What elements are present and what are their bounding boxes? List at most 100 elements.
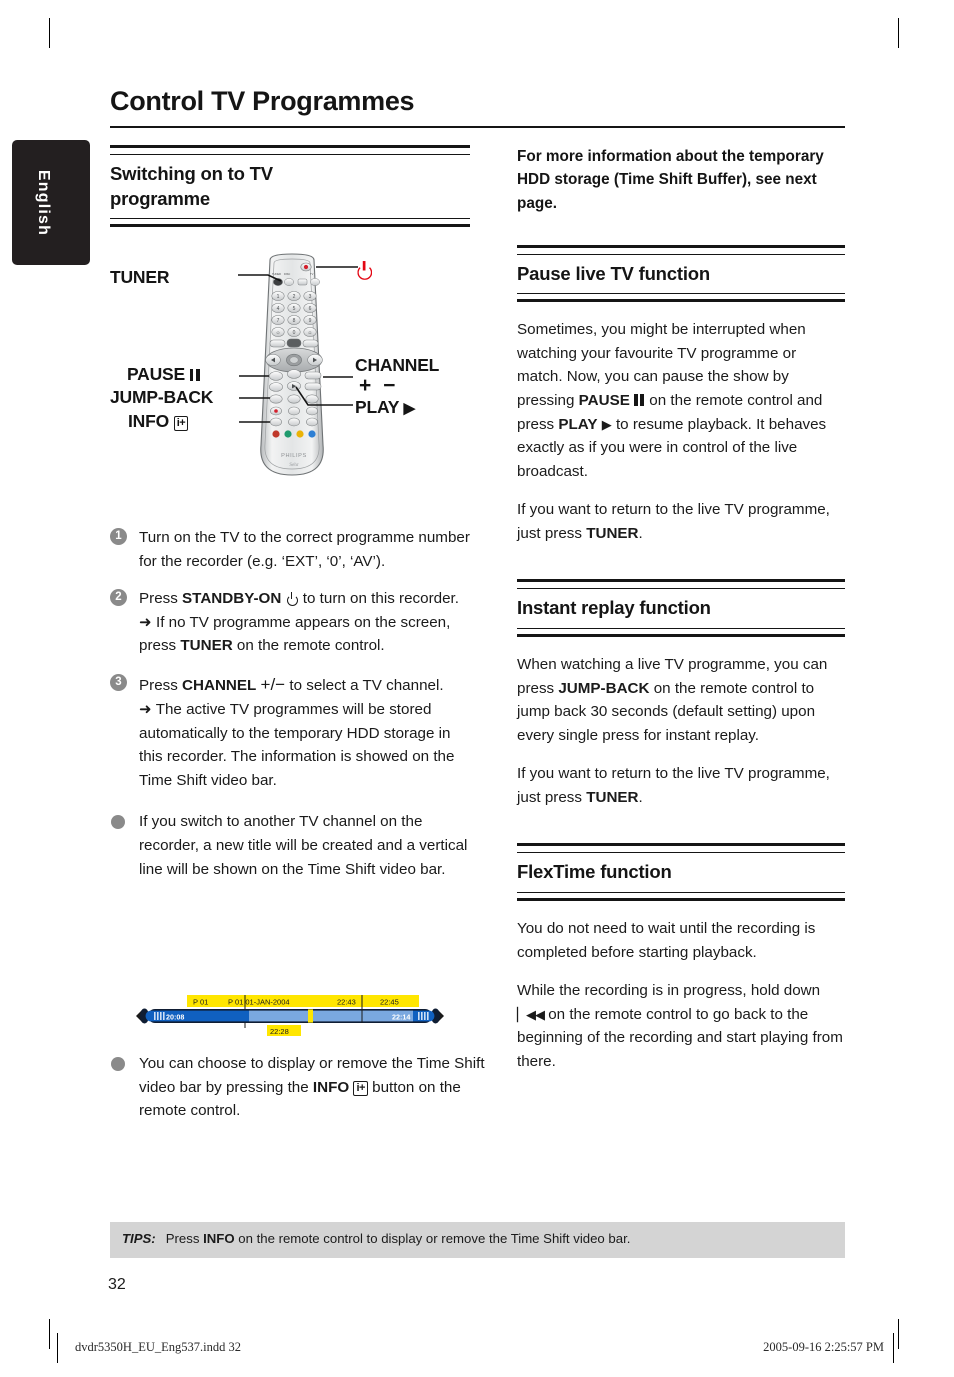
svg-text:TUNER: TUNER	[272, 272, 281, 276]
section-title-flextime: FlexTime function	[517, 861, 672, 883]
crop-mark-top-left	[49, 18, 50, 48]
step-3-mid: to select a TV channel.	[285, 676, 444, 694]
paragraph: While the recording is in progress, hold…	[517, 979, 845, 1073]
timeshift-label-p01b: P 01 01-JAN-2004	[228, 998, 290, 1007]
language-tab: English	[12, 140, 90, 265]
svg-text:3: 3	[309, 294, 312, 300]
info-plus-icon: i+	[353, 1080, 368, 1096]
bullet-2-marker	[111, 1057, 125, 1071]
svg-text:⊡: ⊡	[308, 331, 311, 335]
tips-strip: TIPS: Press INFO on the remote control to…	[110, 1222, 845, 1258]
svg-text:1: 1	[277, 294, 280, 300]
svg-text:2: 2	[293, 294, 296, 300]
navigation-cluster	[265, 347, 323, 373]
left-column: Switching on to TV programme	[110, 145, 470, 228]
text-run-bold-jump-back: JUMP-BACK	[558, 679, 650, 697]
svg-text:8: 8	[293, 318, 296, 324]
section-body-flextime: You do not need to wait until the record…	[517, 917, 845, 1073]
paragraph: If you want to return to the live TV pro…	[517, 762, 845, 809]
callout-pause: PAUSE	[127, 364, 201, 385]
step-2-mid: to turn on this recorder.	[298, 590, 459, 608]
bullet-1-marker	[111, 815, 125, 830]
step-1-number: 1	[110, 528, 127, 545]
section-flextime-header: FlexTime function	[517, 843, 845, 901]
text-run-bold-pause: PAUSE	[578, 392, 630, 410]
time-shift-video-bar-illustration: P 01 P 01 01-JAN-2004 22:43 22:45 22:28 …	[136, 995, 444, 1036]
rule-top	[517, 244, 845, 255]
text-run-bold-play: PLAY	[558, 415, 598, 433]
step-2-lead: Press	[139, 590, 183, 608]
play-icon: ▶	[403, 400, 416, 417]
section-body-instant-replay: When watching a live TV programme, you c…	[517, 653, 845, 809]
paragraph: Sometimes, you might be interrupted when…	[517, 318, 845, 483]
timeshift-segment-buffer-a	[249, 1010, 308, 1022]
crop-mark-bottom-right	[898, 1319, 899, 1349]
section-title-pause-live-tv: Pause live TV function	[517, 262, 710, 284]
paragraph: You do not need to wait until the record…	[517, 917, 845, 964]
step-2-arrow-tail: on the remote control.	[232, 637, 385, 655]
footer-timestamp: 2005-09-16 2:25:57 PM	[763, 1340, 884, 1354]
tips-tail: on the remote control to display or remo…	[234, 1231, 631, 1246]
section-title-instant-replay: Instant replay function	[517, 597, 711, 619]
rule-bottom	[517, 891, 845, 901]
callout-channel-plus-minus: + −	[359, 374, 399, 397]
brand-wordmark: PHILIPS	[281, 453, 307, 459]
page-number: 32	[108, 1276, 126, 1293]
step-2: 2 Press STANDBY-ON to turn on this recor…	[110, 587, 472, 658]
tips-content: TIPS: Press INFO on the remote control to…	[110, 1222, 845, 1246]
bullet-1-text: If you switch to another TV channel on t…	[139, 813, 468, 878]
callout-info: INFO i+	[128, 411, 189, 432]
rule-bottom	[517, 293, 845, 303]
footer-rule-right	[893, 1333, 894, 1363]
step-3-lead: Press	[139, 676, 183, 694]
timeshift-label-end: 22:14	[392, 1012, 410, 1021]
step-2-arrow-bold: TUNER	[180, 637, 233, 655]
timeshift-label-p01a: P 01	[193, 998, 208, 1007]
svg-text:DISC: DISC	[284, 272, 290, 276]
section-title-line1: Switching on to TV	[110, 163, 273, 184]
step-3-arrow-icon: ➜	[139, 701, 152, 719]
brand-sub-wordmark: Sehr	[289, 463, 299, 468]
text-run-bold-tuner: TUNER	[586, 788, 639, 806]
text-run: If you want to return to the live TV pro…	[517, 765, 830, 806]
timeshift-segment-live	[413, 1010, 435, 1022]
timeshift-label-marker: 22:28	[270, 1027, 289, 1036]
pause-icon	[189, 369, 201, 381]
bullet-1: If you switch to another TV channel on t…	[110, 810, 472, 881]
power-icon	[286, 592, 299, 607]
callout-tuner: TUNER	[110, 267, 170, 287]
info-icon: i+	[173, 416, 189, 431]
callout-standby-icon	[357, 261, 376, 284]
text-run-bold-tuner: TUNER	[586, 524, 639, 542]
svg-text:9: 9	[309, 318, 312, 324]
crop-mark-top-right	[898, 18, 899, 48]
callout-pause-label: PAUSE	[127, 364, 185, 384]
rule-bottom	[517, 628, 845, 637]
tips-label: TIPS:	[122, 1231, 156, 1246]
standby-key	[300, 262, 312, 272]
timeshift-label-time-mid2: 22:45	[380, 998, 399, 1007]
timeshift-label-time-mid1: 22:43	[337, 998, 356, 1007]
footer-filename: dvdr5350H_EU_Eng537.indd 32	[75, 1340, 241, 1354]
section-instant-replay-header: Instant replay function	[517, 579, 845, 637]
text-run: .	[638, 788, 643, 806]
step-2-arrow-icon: ➜	[139, 613, 152, 631]
step-3-bold-channel: CHANNEL	[182, 676, 257, 694]
bullet-2-bold-info: INFO	[312, 1078, 350, 1096]
steps-list: 1 Turn on the TV to the correct programm…	[110, 526, 472, 895]
tips-bold-info: INFO	[203, 1231, 235, 1246]
remote-control-figure: TUNER DISC TV 123 456 789 ⏻ 0 ⊡ PHILIPS …	[110, 250, 470, 500]
svg-text:7: 7	[277, 318, 280, 324]
rule-top	[517, 579, 845, 590]
section-body-pause-live-tv: Sometimes, you might be interrupted when…	[517, 318, 845, 545]
svg-text:0: 0	[293, 330, 296, 336]
callout-info-label: INFO	[128, 411, 170, 431]
pause-icon	[634, 394, 645, 407]
page-title: Control TV Programmes	[110, 86, 415, 116]
right-column-intro: For more information about the temporary…	[517, 148, 824, 212]
callout-play: PLAY ▶	[355, 397, 415, 418]
section-title-line2: programme	[110, 187, 210, 209]
paragraph: If you want to return to the live TV pro…	[517, 498, 845, 545]
section-title-switching-on: Switching on to TV programme	[110, 155, 470, 216]
text-run: You do not need to wait until the record…	[517, 919, 816, 961]
